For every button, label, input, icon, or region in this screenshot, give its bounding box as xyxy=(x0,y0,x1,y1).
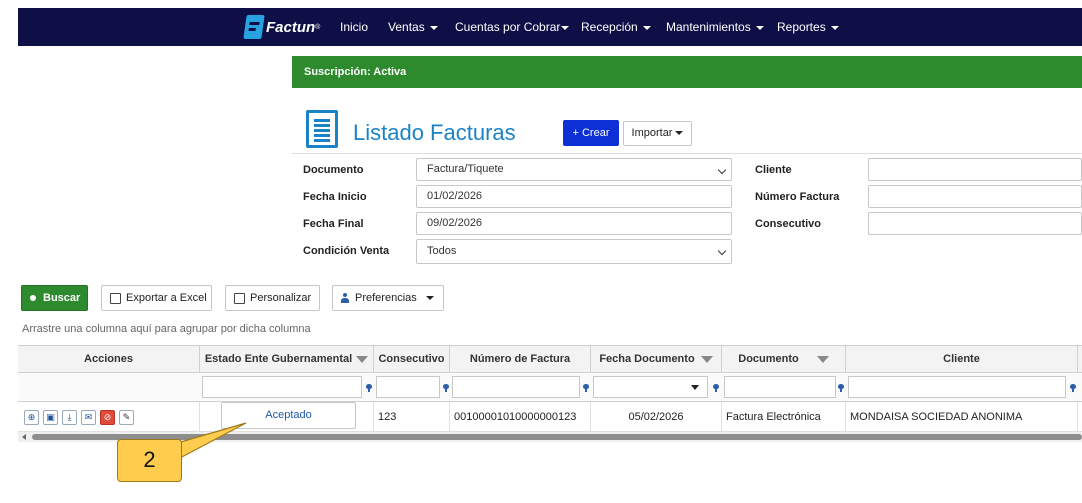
step-callout: 2 xyxy=(117,439,182,482)
callout-pointer xyxy=(158,422,247,459)
